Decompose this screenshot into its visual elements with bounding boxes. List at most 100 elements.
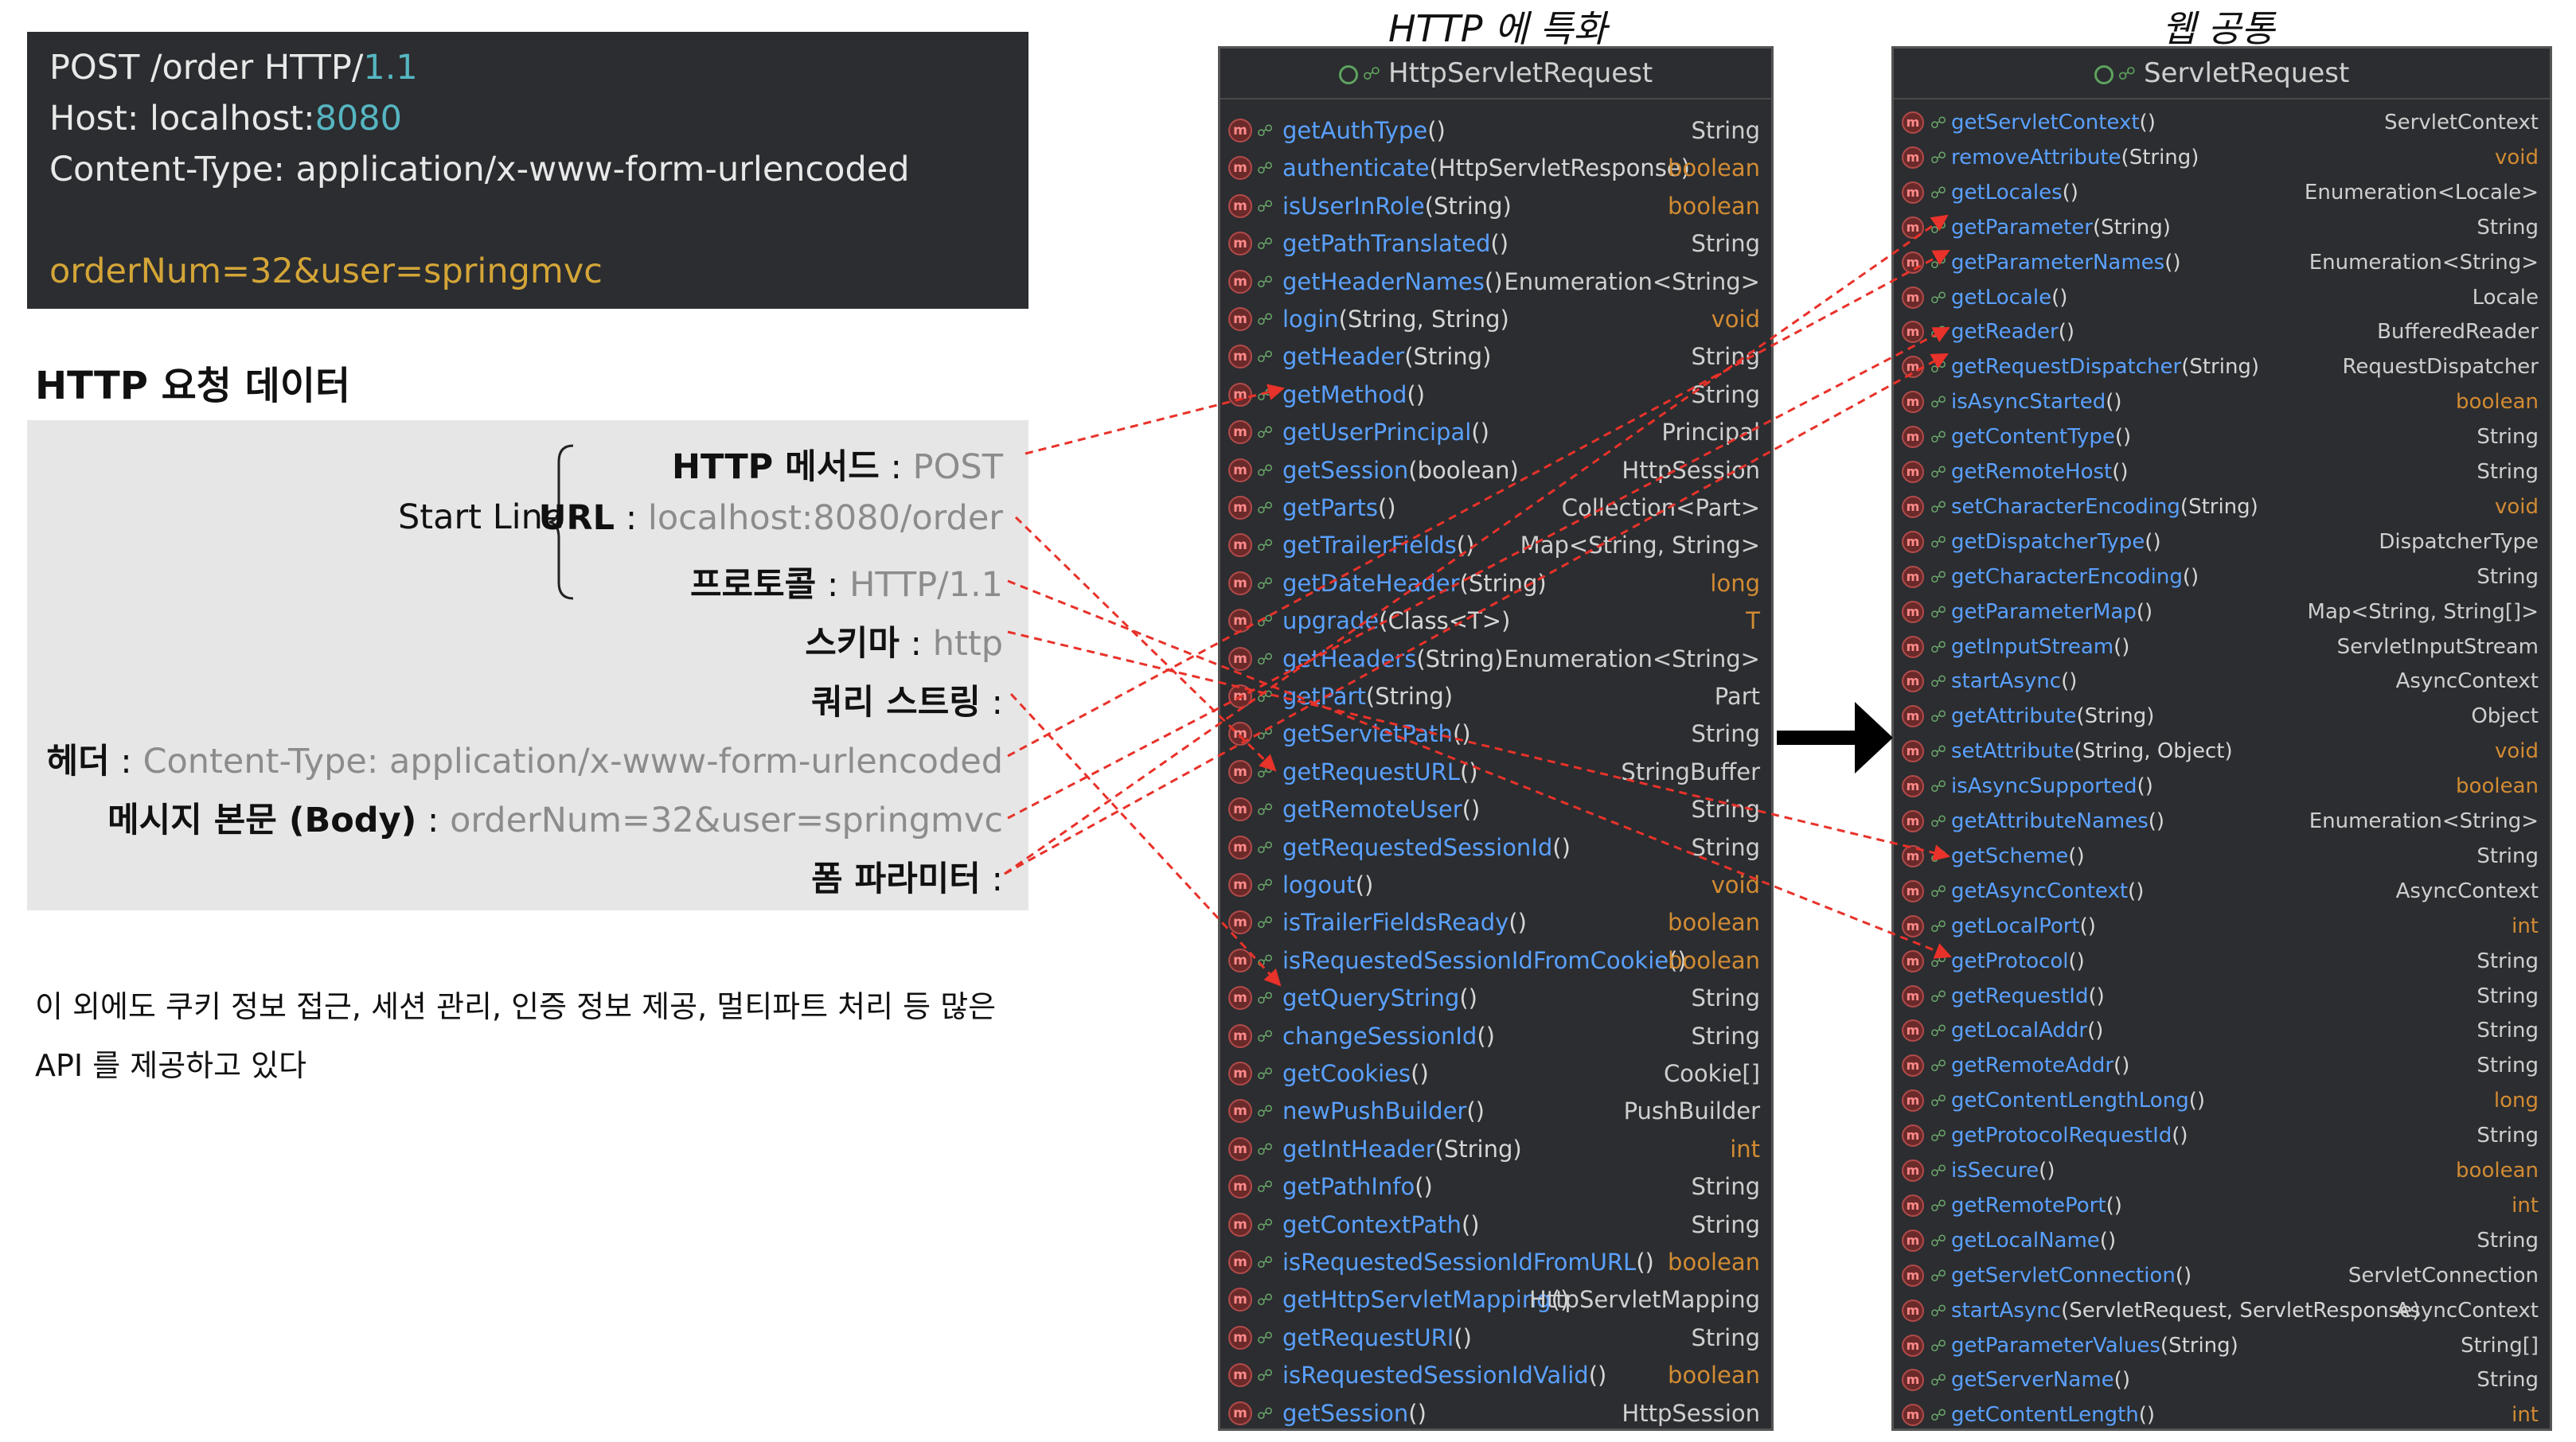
method-row[interactable]: m ☍ getMethod() String xyxy=(1220,376,1771,414)
method-row[interactable]: m ☍ getTrailerFields() Map<String, String> xyxy=(1220,527,1771,564)
method-row[interactable]: m ☍ getLocalName() String xyxy=(1894,1224,2550,1259)
method-row[interactable]: m ☍ getLocale() Locale xyxy=(1894,281,2550,316)
method-row[interactable]: m ☍ startAsync(ServletRequest, ServletResp… xyxy=(1894,1294,2550,1329)
method-signature: getParts() xyxy=(1282,489,1396,527)
method-row[interactable]: m ☍ getAttribute(String) Object xyxy=(1894,700,2550,735)
method-row[interactable]: m ☍ isTrailerFieldsReady() boolean xyxy=(1220,904,1771,941)
method-row[interactable]: m ☍ changeSessionId() String xyxy=(1220,1018,1771,1055)
method-row[interactable]: m ☍ getParameter(String) String xyxy=(1894,211,2550,246)
method-row[interactable]: m ☍ getServletConnection() ServletConnectio… xyxy=(1894,1259,2550,1294)
method-row[interactable]: m ☍ getServletContext() ServletContext xyxy=(1894,106,2550,141)
method-row[interactable]: m ☍ login(String, String) void xyxy=(1220,301,1771,338)
method-name: getParameterNames xyxy=(1951,250,2165,275)
method-row[interactable]: m ☍ getReader() BufferedReader xyxy=(1894,315,2550,350)
lock-icon: ☍ xyxy=(1257,913,1274,933)
method-icon: m xyxy=(1228,986,1252,1011)
method-row[interactable]: m ☍ isSecure() boolean xyxy=(1894,1154,2550,1189)
method-row[interactable]: m ☍ getRemoteAddr() String xyxy=(1894,1049,2550,1084)
method-icon: m xyxy=(1228,1363,1252,1388)
method-row[interactable]: m ☍ getPart(String) Part xyxy=(1220,678,1771,715)
method-row[interactable]: m ☍ getLocalPort() int xyxy=(1894,910,2550,945)
method-signature: setAttribute(String, Object) xyxy=(1951,735,2233,770)
method-row[interactable]: m ☍ getRemoteUser() String xyxy=(1220,791,1771,828)
method-row[interactable]: m ☍ getIntHeader(String) int xyxy=(1220,1131,1771,1168)
method-row[interactable]: m ☍ getPathInfo() String xyxy=(1220,1168,1771,1206)
method-return-type: ServletInputStream xyxy=(2336,634,2539,659)
method-return-type: AsyncContext xyxy=(2395,879,2539,903)
method-row[interactable]: m ☍ isRequestedSessionIdFromURL() boolean xyxy=(1220,1244,1771,1281)
method-row[interactable]: m ☍ getScheme() String xyxy=(1894,840,2550,875)
method-row[interactable]: m ☍ getHttpServletMapping() HttpServletMapp… xyxy=(1220,1281,1771,1319)
method-row[interactable]: m ☍ isUserInRole(String) boolean xyxy=(1220,188,1771,225)
method-row[interactable]: m ☍ getSession() HttpSession xyxy=(1220,1395,1771,1432)
method-row[interactable]: m ☍ isRequestedSessionIdFromCookie() boolea… xyxy=(1220,942,1771,980)
method-row[interactable]: m ☍ getServletPath() String xyxy=(1220,715,1771,753)
method-row[interactable]: m ☍ getSession(boolean) HttpSession xyxy=(1220,452,1771,489)
method-row[interactable]: m ☍ isAsyncStarted() boolean xyxy=(1894,385,2550,420)
method-signature: newPushBuilder() xyxy=(1282,1093,1485,1130)
method-row[interactable]: m ☍ getUserPrincipal() Principal xyxy=(1220,414,1771,451)
method-row[interactable]: m ☍ getContentType() String xyxy=(1894,420,2550,455)
method-row[interactable]: m ☍ logout() void xyxy=(1220,867,1771,904)
method-row[interactable]: m ☍ setAttribute(String, Object) void xyxy=(1894,735,2550,770)
method-row[interactable]: m ☍ isRequestedSessionIdValid() boolean xyxy=(1220,1357,1771,1394)
lock-icon: ☍ xyxy=(1930,497,1947,516)
method-row[interactable]: m ☍ getLocales() Enumeration<Locale> xyxy=(1894,176,2550,211)
lock-icon: ☍ xyxy=(1930,1405,1947,1425)
method-row[interactable]: m ☍ getServerName() String xyxy=(1894,1363,2550,1398)
method-row[interactable]: m ☍ getContentLengthLong() long xyxy=(1894,1084,2550,1119)
method-params: (String) xyxy=(1404,343,1492,371)
lock-icon: ☍ xyxy=(1930,1335,1947,1355)
method-name: getRequestId xyxy=(1951,984,2089,1008)
lock-icon: ☍ xyxy=(1930,602,1947,622)
method-row[interactable]: m ☍ getRemoteHost() String xyxy=(1894,455,2550,490)
method-signature: isTrailerFieldsReady() xyxy=(1282,904,1527,941)
method-row[interactable]: m ☍ getRequestURL() StringBuffer xyxy=(1220,754,1771,791)
method-icon: m xyxy=(1228,193,1252,218)
method-row[interactable]: m ☍ getHeaders(String) Enumeration<String> xyxy=(1220,641,1771,678)
method-row[interactable]: m ☍ getParameterNames() Enumeration<String> xyxy=(1894,246,2550,281)
method-row[interactable]: m ☍ authenticate(HttpServletResponse) boole… xyxy=(1220,150,1771,187)
method-row[interactable]: m ☍ getRemotePort() int xyxy=(1894,1189,2550,1224)
method-row[interactable]: m ☍ getRequestURI() String xyxy=(1220,1319,1771,1357)
method-params: (String) xyxy=(2181,355,2260,380)
method-name: getContentLength xyxy=(1951,1403,2139,1428)
method-row[interactable]: m ☍ getProtocolRequestId() String xyxy=(1894,1119,2550,1154)
method-row[interactable]: m ☍ getRequestedSessionId() String xyxy=(1220,829,1771,867)
method-row[interactable]: m ☍ isAsyncSupported() boolean xyxy=(1894,770,2550,805)
method-row[interactable]: m ☍ getContentLength() int xyxy=(1894,1398,2550,1433)
request-item-separator: : xyxy=(816,565,850,605)
method-row[interactable]: m ☍ getLocalAddr() String xyxy=(1894,1014,2550,1049)
method-row[interactable]: m ☍ getParts() Collection<Part> xyxy=(1220,489,1771,527)
method-row[interactable]: m ☍ getContextPath() String xyxy=(1220,1206,1771,1244)
method-row[interactable]: m ☍ getHeaderNames() Enumeration<String> xyxy=(1220,263,1771,301)
method-row[interactable]: m ☍ getProtocol() String xyxy=(1894,945,2550,980)
lock-icon: ☍ xyxy=(1257,1139,1274,1159)
method-row[interactable]: m ☍ getAttributeNames() Enumeration<String> xyxy=(1894,805,2550,840)
method-row[interactable]: m ☍ upgrade(Class<T>) T xyxy=(1220,602,1771,640)
method-row[interactable]: m ☍ getInputStream() ServletInputStream xyxy=(1894,630,2550,665)
method-row[interactable]: m ☍ getHeader(String) String xyxy=(1220,338,1771,376)
method-row[interactable]: m ☍ getCharacterEncoding() String xyxy=(1894,560,2550,595)
method-row[interactable]: m ☍ getParameterMap() Map<String, String[]> xyxy=(1894,595,2550,630)
class-icon xyxy=(1338,64,1358,84)
method-row[interactable]: m ☍ getRequestDispatcher(String) RequestDis… xyxy=(1894,350,2550,385)
method-row[interactable]: m ☍ newPushBuilder() PushBuilder xyxy=(1220,1093,1771,1130)
lock-icon: ☍ xyxy=(1930,147,1947,167)
method-signature: getPart(String) xyxy=(1282,678,1453,715)
method-row[interactable]: m ☍ getDispatcherType() DispatcherType xyxy=(1894,525,2550,560)
method-row[interactable]: m ☍ getAsyncContext() AsyncContext xyxy=(1894,875,2550,910)
request-item: 쿼리 스트링 : xyxy=(811,675,1003,724)
method-row[interactable]: m ☍ getCookies() Cookie[] xyxy=(1220,1055,1771,1093)
servlet-request-panel: ☍ ServletRequest m ☍ getServletContext() Ser… xyxy=(1891,46,2552,1431)
method-row[interactable]: m ☍ startAsync() AsyncContext xyxy=(1894,664,2550,700)
method-row[interactable]: m ☍ getRequestId() String xyxy=(1894,980,2550,1015)
method-row[interactable]: m ☍ removeAttribute(String) void xyxy=(1894,141,2550,176)
method-row[interactable]: m ☍ getDateHeader(String) long xyxy=(1220,565,1771,602)
method-return-type: void xyxy=(2494,494,2539,519)
method-row[interactable]: m ☍ getQueryString() String xyxy=(1220,980,1771,1017)
method-row[interactable]: m ☍ setCharacterEncoding(String) void xyxy=(1894,490,2550,525)
method-row[interactable]: m ☍ getPathTranslated() String xyxy=(1220,225,1771,263)
method-row[interactable]: m ☍ getParameterValues(String) String[] xyxy=(1894,1329,2550,1364)
method-row[interactable]: m ☍ getAuthType() String xyxy=(1220,112,1771,150)
